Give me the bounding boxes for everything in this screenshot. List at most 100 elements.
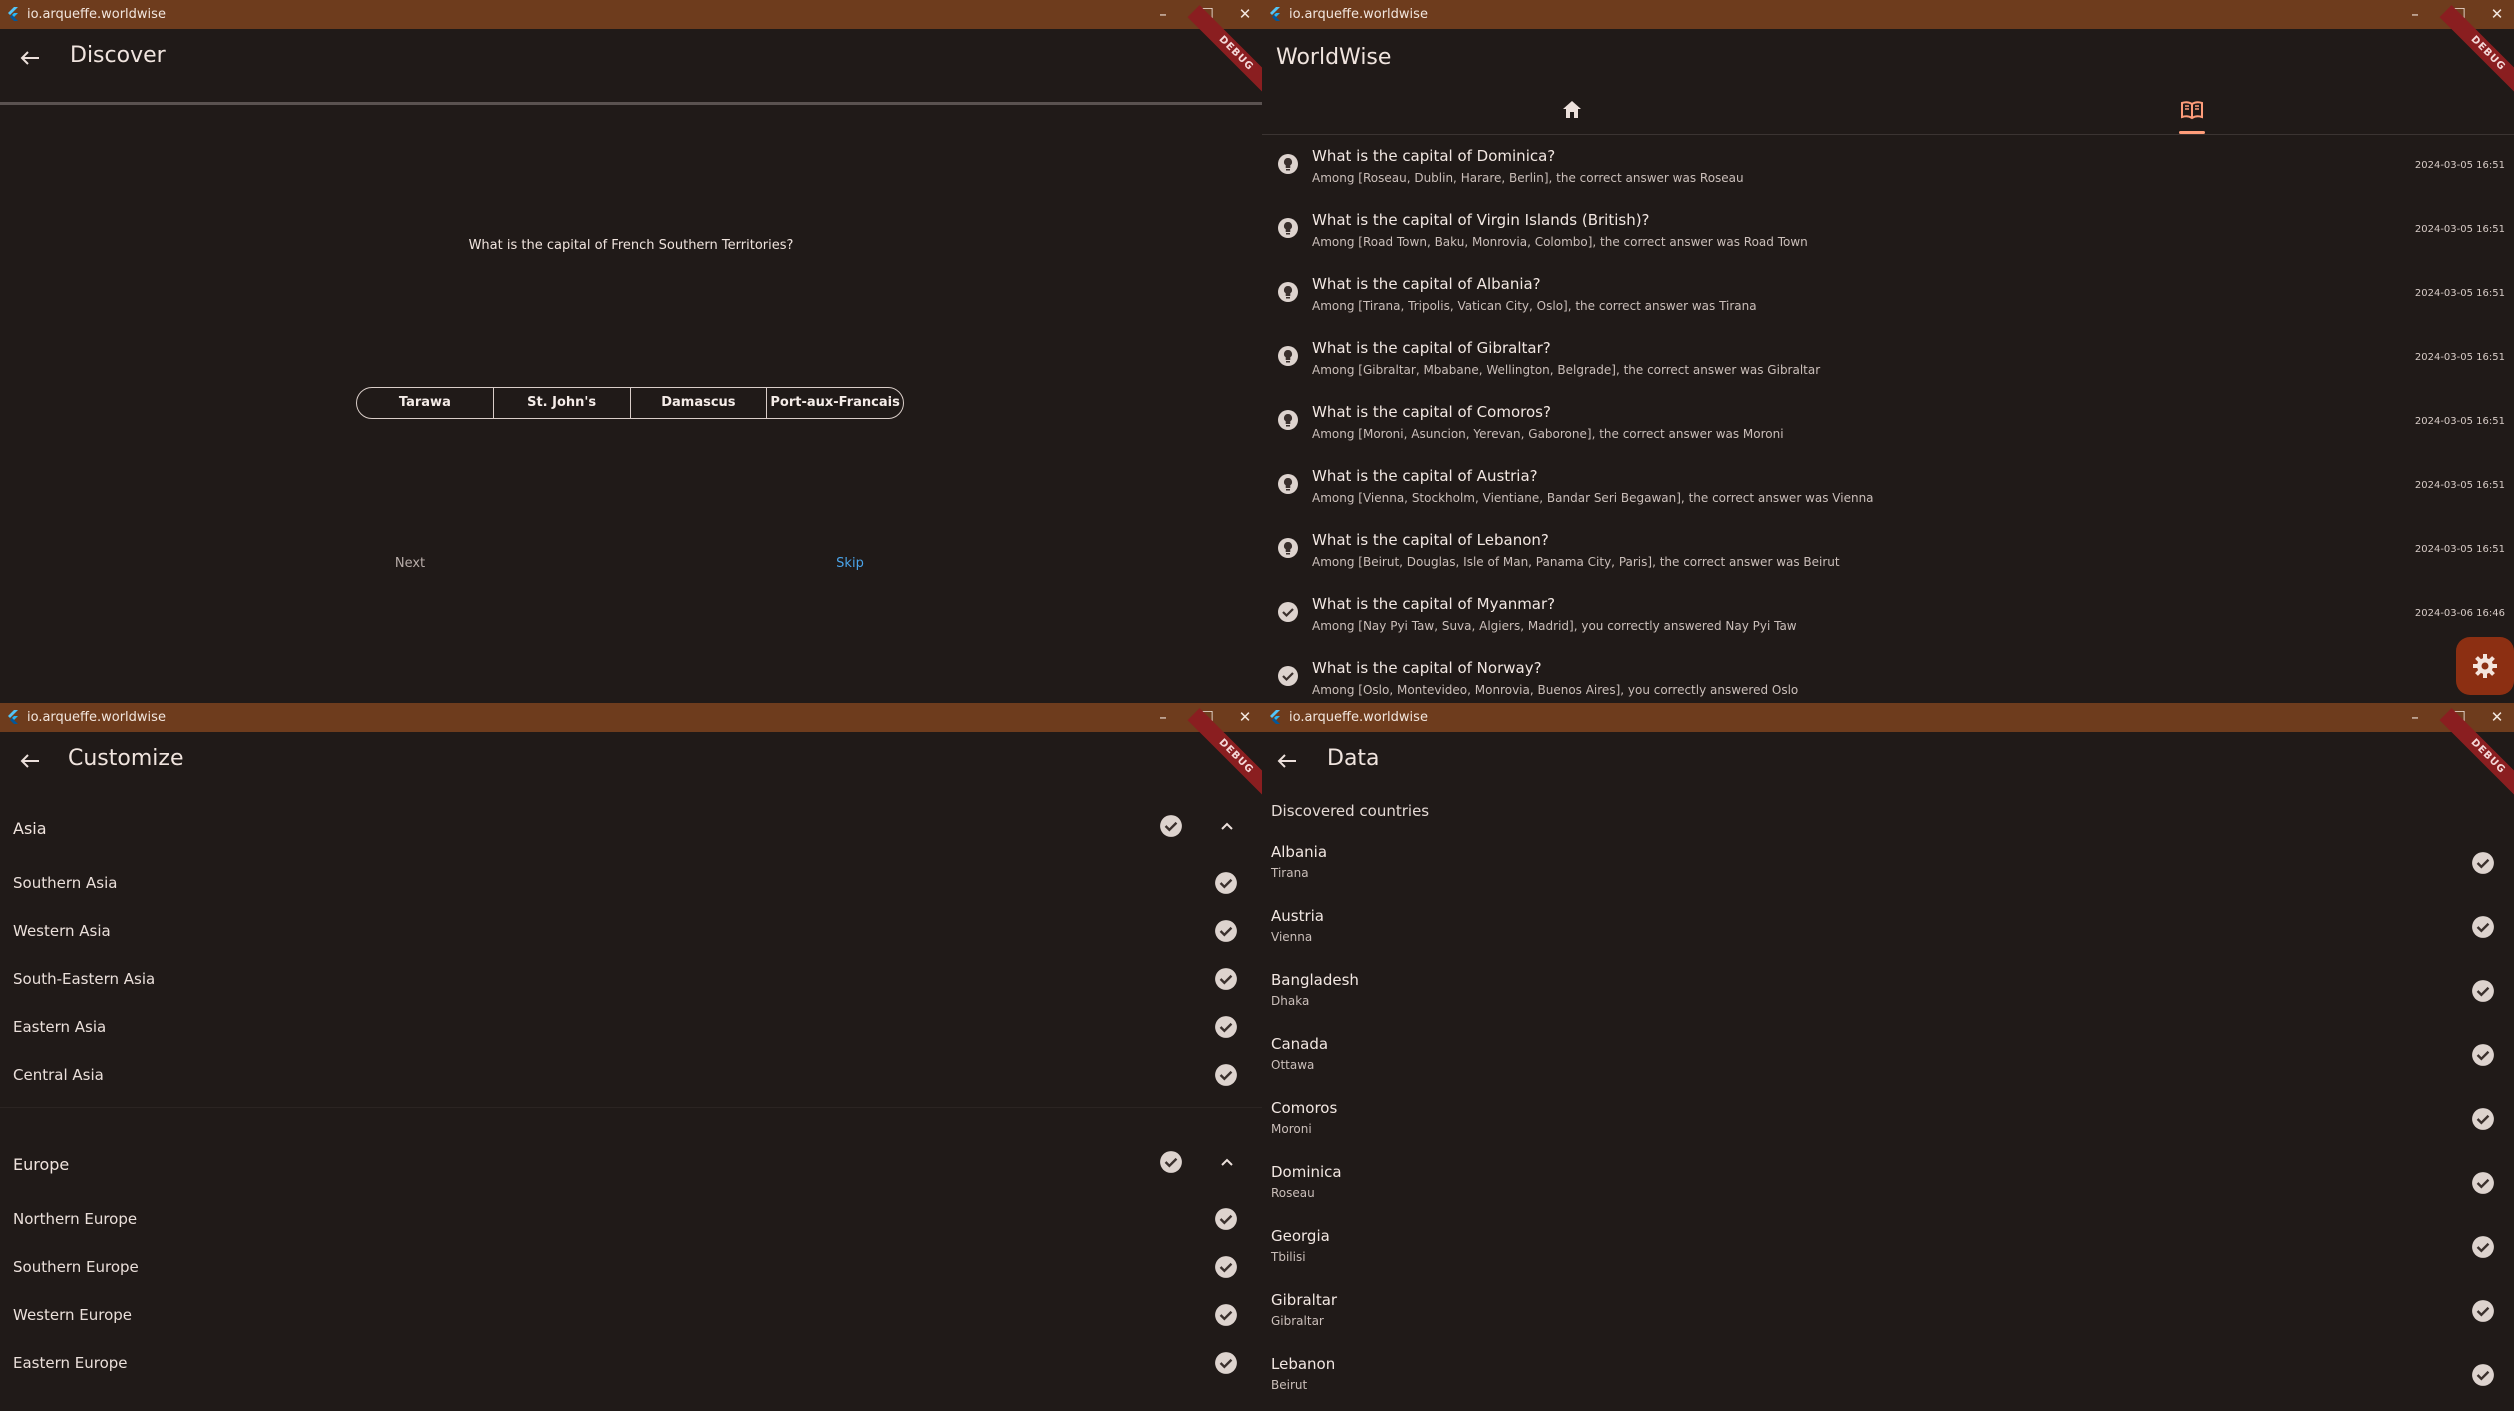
check-circle-icon[interactable] — [1214, 1255, 1238, 1279]
list-item[interactable]: Western Europe — [0, 1291, 1262, 1339]
titlebar: io.arqueffe.worldwise – ☐ ✕ — [0, 0, 1262, 29]
check-circle-icon[interactable] — [2471, 1107, 2495, 1131]
quiz-question: What is the capital of French Southern T… — [468, 238, 794, 253]
check-circle-icon[interactable] — [2471, 1235, 2495, 1259]
tab-home[interactable] — [1262, 88, 1882, 134]
customize-window: io.arqueffe.worldwise – ☐ ✕ Customize DE… — [0, 703, 1262, 1411]
back-arrow-icon[interactable] — [15, 746, 45, 776]
answer-option[interactable]: St. John's — [494, 388, 631, 418]
check-circle-icon[interactable] — [1214, 919, 1238, 943]
list-item[interactable]: Western Asia — [0, 907, 1262, 955]
list-item[interactable]: Comoros Moroni — [1262, 1089, 2514, 1153]
close-icon[interactable]: ✕ — [2480, 703, 2514, 732]
book-icon — [2181, 101, 2203, 120]
list-item[interactable]: Albania Tirana — [1262, 833, 2514, 897]
country-name: Dominica — [1271, 1163, 1342, 1181]
lightbulb-icon — [1278, 474, 1298, 494]
list-item[interactable]: Bangladesh Dhaka — [1262, 961, 2514, 1025]
close-icon[interactable]: ✕ — [1228, 703, 1262, 732]
answer-option[interactable]: Tarawa — [357, 388, 494, 418]
section-header[interactable]: Asia — [0, 795, 1262, 859]
check-circle-icon[interactable] — [2471, 1299, 2495, 1323]
list-item[interactable]: What is the capital of Dominica? Among [… — [1262, 135, 2514, 199]
check-circle-icon[interactable] — [2471, 1363, 2495, 1387]
check-circle-icon[interactable] — [2471, 1171, 2495, 1195]
back-arrow-icon[interactable] — [15, 43, 45, 73]
page-title: Discover — [70, 43, 166, 68]
list-item[interactable]: Central Asia — [0, 1051, 1262, 1099]
check-circle-icon[interactable] — [1159, 1150, 1183, 1174]
check-icon — [1278, 602, 1298, 622]
list-item[interactable]: What is the capital of Albania? Among [T… — [1262, 263, 2514, 327]
close-icon[interactable]: ✕ — [2480, 0, 2514, 29]
check-circle-icon[interactable] — [1214, 1351, 1238, 1375]
list-item[interactable]: What is the capital of Virgin Islands (B… — [1262, 199, 2514, 263]
list-item[interactable]: Eastern Europe — [0, 1339, 1262, 1387]
check-circle-icon[interactable] — [2471, 979, 2495, 1003]
subregion-label: Northern Europe — [13, 1210, 138, 1228]
country-name: Lebanon — [1271, 1355, 1336, 1373]
check-circle-icon[interactable] — [1214, 967, 1238, 991]
check-circle-icon[interactable] — [1214, 1015, 1238, 1039]
titlebar: io.arqueffe.worldwise – ☐ ✕ — [1262, 703, 2514, 732]
capital-name: Ottawa — [1271, 1058, 1315, 1072]
page-title: Data — [1327, 746, 1380, 771]
check-circle-icon[interactable] — [1214, 871, 1238, 895]
discover-window: io.arqueffe.worldwise – ☐ ✕ Discover DEB… — [0, 0, 1262, 703]
chevron-up-icon[interactable] — [1219, 818, 1235, 834]
check-circle-icon[interactable] — [2471, 851, 2495, 875]
minimize-icon[interactable]: – — [2398, 0, 2432, 29]
list-item[interactable]: What is the capital of Myanmar? Among [N… — [1262, 583, 2514, 647]
skip-button[interactable]: Skip — [820, 556, 880, 571]
history-answer: Among [Road Town, Baku, Monrovia, Colomb… — [1312, 235, 1808, 249]
history-timestamp: 2024-03-05 16:51 — [2414, 288, 2505, 299]
check-circle-icon[interactable] — [1214, 1063, 1238, 1087]
answer-option[interactable]: Damascus — [631, 388, 768, 418]
list-item[interactable]: What is the capital of Norway? Among [Os… — [1262, 647, 2514, 703]
list-item[interactable]: Southern Asia — [0, 859, 1262, 907]
history-answer: Among [Beirut, Douglas, Isle of Man, Pan… — [1312, 555, 1840, 569]
list-item[interactable]: What is the capital of Gibraltar? Among … — [1262, 327, 2514, 391]
list-item[interactable]: What is the capital of Lebanon? Among [B… — [1262, 519, 2514, 583]
list-item[interactable]: Northern Europe — [0, 1195, 1262, 1243]
answer-segmented-control: Tarawa St. John's Damascus Port-aux-Fran… — [356, 387, 904, 419]
chevron-up-icon[interactable] — [1219, 1154, 1235, 1170]
tab-history[interactable] — [1882, 88, 2502, 134]
list-item[interactable]: Georgia Tbilisi — [1262, 1217, 2514, 1281]
minimize-icon[interactable]: – — [1146, 703, 1180, 732]
check-circle-icon[interactable] — [2471, 1043, 2495, 1067]
list-item[interactable]: Southern Europe — [0, 1243, 1262, 1291]
list-item[interactable]: Dominica Roseau — [1262, 1153, 2514, 1217]
list-item[interactable]: Austria Vienna — [1262, 897, 2514, 961]
minimize-icon[interactable]: – — [1146, 0, 1180, 29]
back-arrow-icon[interactable] — [1272, 746, 1302, 776]
window-title: io.arqueffe.worldwise — [27, 7, 166, 22]
check-circle-icon[interactable] — [1159, 814, 1183, 838]
list-item[interactable]: What is the capital of Comoros? Among [M… — [1262, 391, 2514, 455]
list-item[interactable]: Gibraltar Gibraltar — [1262, 1281, 2514, 1345]
history-timestamp: 2024-03-05 16:51 — [2414, 224, 2505, 235]
settings-fab[interactable] — [2456, 637, 2514, 695]
minimize-icon[interactable]: – — [2398, 703, 2432, 732]
history-answer: Among [Gibraltar, Mbabane, Wellington, B… — [1312, 363, 1821, 377]
list-item[interactable]: Lebanon Beirut — [1262, 1345, 2514, 1409]
check-circle-icon[interactable] — [2471, 915, 2495, 939]
divider — [0, 1107, 1262, 1108]
list-item[interactable]: What is the capital of Austria? Among [V… — [1262, 455, 2514, 519]
home-icon — [1563, 101, 1581, 118]
lightbulb-icon — [1278, 282, 1298, 302]
check-circle-icon[interactable] — [1214, 1207, 1238, 1231]
lightbulb-icon — [1278, 218, 1298, 238]
list-item[interactable]: Eastern Asia — [0, 1003, 1262, 1051]
next-button[interactable]: Next — [380, 556, 440, 571]
close-icon[interactable]: ✕ — [1228, 0, 1262, 29]
section-header[interactable]: Europe — [0, 1131, 1262, 1195]
list-item[interactable]: Canada Ottawa — [1262, 1025, 2514, 1089]
countries-list: Albania Tirana Austria Vienna Bangladesh Dh… — [1262, 833, 2514, 1409]
answer-option[interactable]: Port-aux-Francais — [767, 388, 903, 418]
check-circle-icon[interactable] — [1214, 1303, 1238, 1327]
list-item[interactable]: South-Eastern Asia — [0, 955, 1262, 1003]
window-title: io.arqueffe.worldwise — [1289, 7, 1428, 22]
lightbulb-icon — [1278, 538, 1298, 558]
history-answer: Among [Tirana, Tripolis, Vatican City, O… — [1312, 299, 1757, 313]
